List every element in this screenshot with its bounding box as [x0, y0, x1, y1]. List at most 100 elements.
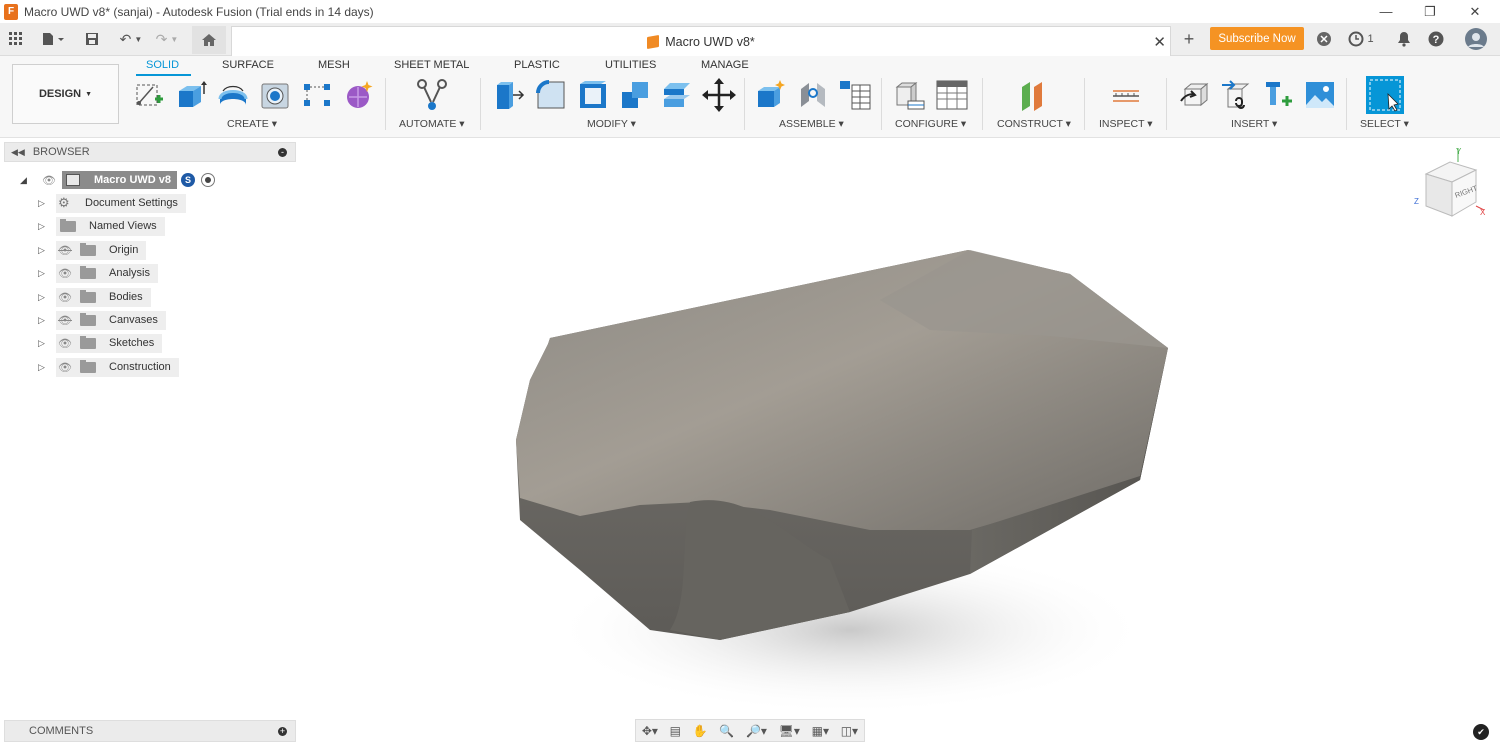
revolve-icon[interactable] [216, 78, 250, 112]
subscribe-now-button[interactable]: Subscribe Now [1210, 27, 1304, 50]
insert-derive-icon[interactable] [1178, 78, 1212, 112]
job-status-icon[interactable]: 1 [1346, 28, 1376, 50]
notifications-bell-icon[interactable] [1395, 28, 1413, 50]
new-component-icon[interactable] [754, 78, 788, 112]
create-sketch-icon[interactable] [132, 78, 166, 112]
fillet-icon[interactable] [534, 78, 568, 112]
zoom-window-icon[interactable]: 🔎▾ [746, 724, 767, 738]
combine-icon[interactable] [618, 78, 652, 112]
help-icon[interactable]: ? [1426, 28, 1446, 50]
insert-canvas-icon[interactable] [1303, 78, 1337, 112]
expand-arrow-icon[interactable]: ▷ [38, 245, 48, 256]
pattern-icon[interactable] [300, 78, 334, 112]
file-menu-icon[interactable] [38, 28, 68, 50]
offset-plane-icon[interactable] [1017, 78, 1051, 112]
inspect-group-label[interactable]: INSPECT ▾ [1099, 118, 1153, 130]
move-copy-icon[interactable] [702, 78, 736, 112]
user-avatar[interactable] [1464, 28, 1488, 50]
configure-group-label[interactable]: CONFIGURE ▾ [895, 118, 966, 130]
home-icon[interactable] [192, 26, 226, 54]
select-icon[interactable] [1366, 76, 1404, 114]
create-group-label[interactable]: CREATE ▾ [227, 118, 277, 130]
insert-mcmaster-icon[interactable] [1261, 78, 1295, 112]
look-at-icon[interactable]: ▤ [670, 724, 681, 738]
expand-arrow-icon[interactable]: ▷ [38, 362, 48, 373]
grid-settings-icon[interactable]: ▦▾ [812, 724, 829, 738]
insert-linked-icon[interactable] [1219, 78, 1253, 112]
browser-panel-header[interactable]: ◀◀ BROWSER - [4, 142, 296, 162]
restore-button[interactable]: ❐ [1407, 0, 1453, 23]
browser-item-canvases[interactable]: ▷ 👁 Canvases [0, 310, 166, 330]
insert-group-label[interactable]: INSERT ▾ [1231, 118, 1277, 130]
browser-item-analysis[interactable]: ▷ 👁 Analysis [0, 263, 158, 283]
tab-manage[interactable]: MANAGE [701, 59, 749, 71]
measure-icon[interactable] [1109, 78, 1143, 112]
undo-icon[interactable]: ↶ ▼ [116, 28, 146, 50]
redo-icon[interactable]: ↷ ▼ [152, 28, 182, 50]
offset-face-icon[interactable] [660, 78, 694, 112]
tab-mesh[interactable]: MESH [318, 59, 350, 71]
expand-arrow-icon[interactable]: ▷ [38, 315, 48, 326]
assemble-group-label[interactable]: ASSEMBLE ▾ [779, 118, 844, 130]
document-tab[interactable]: Macro UWD v8* ✕ [231, 26, 1171, 56]
shared-status-icon[interactable]: S [181, 173, 196, 187]
close-window-button[interactable]: ✕ [1452, 0, 1498, 23]
visibility-eye-icon[interactable]: 👁 [40, 174, 58, 187]
orbit-icon[interactable]: ✥▾ [642, 724, 658, 738]
tab-sheet-metal[interactable]: SHEET METAL [394, 59, 469, 71]
expand-arrow-icon[interactable]: ▷ [38, 198, 48, 209]
visibility-eye-icon[interactable]: 👁 [56, 337, 74, 350]
automate-icon[interactable] [415, 78, 449, 112]
tab-utilities[interactable]: UTILITIES [605, 59, 656, 71]
comments-panel-header[interactable]: COMMENTS + [4, 720, 296, 742]
visibility-eye-icon[interactable]: 👁 [56, 267, 74, 280]
joint-icon[interactable] [796, 78, 830, 112]
pan-hand-icon[interactable]: ✋ [693, 724, 708, 738]
automate-group-label[interactable]: AUTOMATE ▾ [399, 118, 465, 130]
configuration-table-icon[interactable] [935, 78, 969, 112]
model-body-3d[interactable] [490, 240, 1190, 720]
data-panel-grid-icon[interactable] [6, 28, 26, 50]
expand-arrow-icon[interactable]: ▷ [38, 268, 48, 279]
select-group-label[interactable]: SELECT ▾ [1360, 118, 1409, 130]
press-pull-icon[interactable] [492, 78, 526, 112]
viewcube[interactable]: Y Z X RIGHT [1412, 146, 1490, 226]
tab-plastic[interactable]: PLASTIC [514, 59, 560, 71]
root-component-pill[interactable]: Macro UWD v8 [62, 171, 178, 189]
modify-group-label[interactable]: MODIFY ▾ [587, 118, 636, 130]
expand-arrow-icon[interactable]: ▷ [38, 221, 48, 232]
minimize-button[interactable]: — [1363, 0, 1409, 23]
hole-icon[interactable] [258, 78, 292, 112]
workspace-switcher[interactable]: DESIGN ▼ [12, 64, 119, 124]
zoom-icon[interactable]: 🔍 [719, 724, 734, 738]
hidden-eye-icon[interactable]: 👁 [56, 244, 74, 257]
close-tab-icon[interactable]: ✕ [1153, 33, 1166, 51]
construct-group-label[interactable]: CONSTRUCT ▾ [997, 118, 1071, 130]
browser-item-document-settings[interactable]: ▷ ⚙ Document Settings [0, 193, 186, 213]
minimize-panel-icon[interactable]: - [278, 147, 287, 157]
extrude-icon[interactable] [174, 78, 208, 112]
tab-surface[interactable]: SURFACE [222, 59, 274, 71]
expand-arrow-icon[interactable]: ◢ [20, 175, 38, 186]
form-icon[interactable] [342, 78, 376, 112]
collapse-panel-icon[interactable]: ◀◀ [11, 147, 25, 158]
display-settings-icon[interactable]: 🖥▾ [779, 724, 800, 738]
shell-icon[interactable] [576, 78, 610, 112]
feedback-icon[interactable]: ✔ [1473, 724, 1489, 740]
tab-solid[interactable]: SOLID [146, 59, 179, 71]
expand-arrow-icon[interactable]: ▷ [38, 292, 48, 303]
browser-item-bodies[interactable]: ▷ 👁 Bodies [0, 287, 151, 307]
activate-radio-icon[interactable] [201, 173, 216, 187]
viewports-icon[interactable]: ◫▾ [841, 724, 858, 738]
browser-root-row[interactable]: ◢ 👁 Macro UWD v8 S [20, 170, 216, 190]
browser-item-sketches[interactable]: ▷ 👁 Sketches [0, 333, 163, 353]
expand-arrow-icon[interactable]: ▷ [38, 338, 48, 349]
configure-design-icon[interactable] [893, 78, 927, 112]
new-tab-plus-icon[interactable]: + [1178, 28, 1200, 50]
visibility-eye-icon[interactable]: 👁 [56, 361, 74, 374]
browser-item-named-views[interactable]: ▷ Named Views [0, 216, 165, 236]
bill-of-materials-icon[interactable] [838, 78, 872, 112]
visibility-eye-icon[interactable]: 👁 [56, 291, 74, 304]
extensions-icon[interactable] [1314, 28, 1334, 50]
add-comment-icon[interactable]: + [278, 726, 287, 736]
